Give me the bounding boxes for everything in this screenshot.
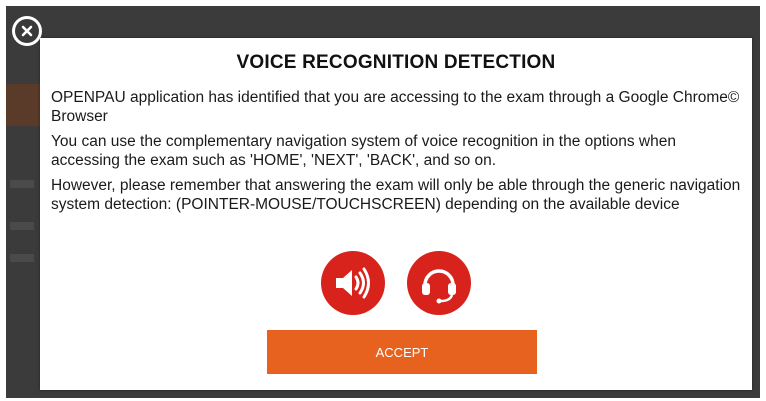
voice-recognition-dialog: VOICE RECOGNITION DETECTION OPENPAU appl… — [40, 38, 752, 390]
voice-options — [40, 251, 752, 315]
dialog-body: OPENPAU application has identified that … — [51, 88, 741, 220]
close-button[interactable] — [12, 16, 42, 46]
background-element — [6, 84, 40, 126]
background-text — [10, 180, 34, 188]
headset-button[interactable] — [407, 251, 471, 315]
headset-icon — [422, 269, 456, 304]
dialog-paragraph: However, please remember that answering … — [51, 177, 741, 213]
dialog-title: VOICE RECOGNITION DETECTION — [236, 52, 556, 73]
background-text — [10, 222, 34, 230]
dialog-paragraph: You can use the complementary navigation… — [51, 133, 676, 169]
speaker-button[interactable] — [321, 251, 385, 315]
dialog-paragraph: OPENPAU application has identified that … — [51, 89, 740, 125]
background-text — [10, 254, 34, 262]
speaker-icon — [336, 267, 370, 299]
accept-button[interactable]: ACCEPT — [267, 330, 537, 374]
close-icon — [21, 25, 33, 37]
